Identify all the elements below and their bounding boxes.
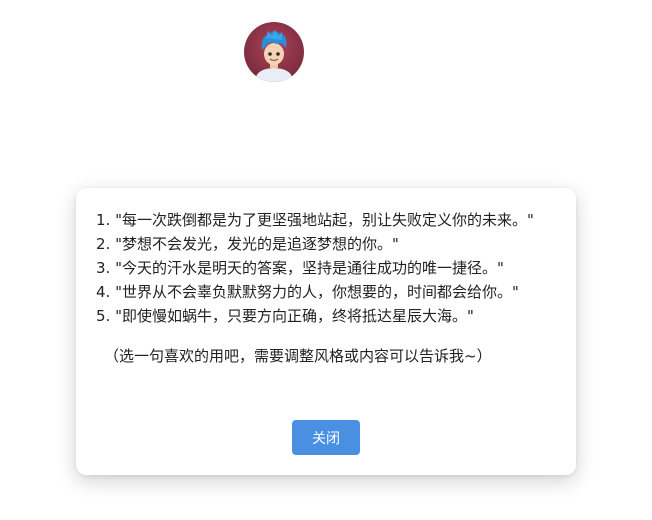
- quote-item-1: 1. "每一次跌倒都是为了更坚强地站起，别让失败定义你的未来。": [96, 211, 534, 229]
- quote-item-5: 5. "即使慢如蜗牛，只要方向正确，终将抵达星辰大海。": [96, 307, 474, 325]
- close-button[interactable]: 关闭: [292, 420, 360, 455]
- dialog-note: （选一句喜欢的用吧，需要调整风格或内容可以告诉我~）: [104, 347, 492, 365]
- avatar: [244, 22, 304, 82]
- quote-list: 1. "每一次跌倒都是为了更坚强地站起，别让失败定义你的未来。" 2. "梦想不…: [96, 208, 536, 328]
- avatar-character-icon: [256, 30, 292, 82]
- quote-dialog: 1. "每一次跌倒都是为了更坚强地站起，别让失败定义你的未来。" 2. "梦想不…: [76, 188, 576, 475]
- quote-item-3: 3. "今天的汗水是明天的答案，坚持是通往成功的唯一捷径。": [96, 259, 504, 277]
- quote-item-4: 4. "世界从不会辜负默默努力的人，你想要的，时间都会给你。": [96, 283, 519, 301]
- quote-item-2: 2. "梦想不会发光，发光的是追逐梦想的你。": [96, 235, 399, 253]
